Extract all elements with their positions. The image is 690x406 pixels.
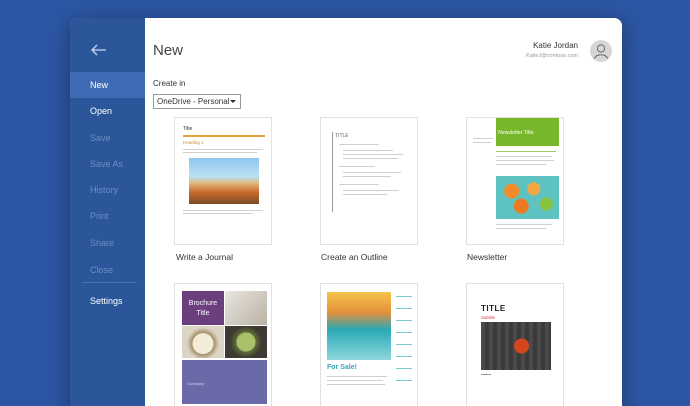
thumb-rule	[332, 132, 333, 212]
location-dropdown[interactable]: OneDrive - Personal	[153, 94, 241, 109]
create-in-label: Create in	[153, 79, 186, 88]
thumb-photo	[496, 176, 559, 219]
thumb-line	[481, 374, 491, 375]
thumb-line	[327, 376, 387, 377]
backstage-sidebar: New Open Save Save As History Print Shar…	[70, 18, 145, 406]
thumb-line	[396, 380, 412, 381]
thumb-line	[396, 320, 412, 321]
sidebar-item-save[interactable]: Save	[70, 125, 145, 151]
sidebar-item-print[interactable]: Print	[70, 203, 145, 229]
location-value: OneDrive - Personal	[157, 97, 230, 106]
sidebar-item-close[interactable]: Close	[70, 257, 145, 283]
page-title: New	[153, 42, 184, 59]
thumb-line	[327, 380, 383, 381]
thumb-line	[183, 152, 257, 153]
thumb-title: TITLE	[481, 304, 506, 313]
thumb-line	[339, 184, 379, 185]
template-brochure[interactable]: Brochure Title Company	[174, 283, 272, 406]
back-button[interactable]	[88, 40, 112, 60]
sidebar-item-open[interactable]: Open	[70, 98, 145, 124]
thumb-line	[183, 210, 263, 211]
back-arrow-icon	[91, 44, 106, 56]
sidebar-item-share[interactable]: Share	[70, 230, 145, 256]
thumb-photo	[481, 322, 551, 370]
user-email: KatieJ@contoso.com	[525, 53, 578, 59]
thumb-line	[343, 194, 387, 195]
thumb-line	[496, 160, 554, 161]
thumb-line	[396, 356, 412, 357]
thumb-line	[343, 176, 391, 177]
thumb-subtitle: Subtitle	[481, 315, 495, 320]
thumb-footer: Company	[187, 381, 205, 386]
backstage-main: New Katie Jordan KatieJ@contoso.com Crea…	[145, 18, 622, 406]
thumb-line	[327, 384, 385, 385]
thumb-title: Newsletter Title	[498, 130, 534, 136]
thumb-line	[343, 158, 398, 159]
thumb-line	[496, 156, 552, 157]
thumb-line	[396, 308, 412, 309]
thumb-line	[183, 149, 263, 150]
thumb-line	[496, 224, 552, 225]
thumb-line	[396, 344, 412, 345]
thumb-line	[396, 296, 412, 297]
avatar[interactable]	[590, 40, 612, 62]
thumb-line	[396, 368, 412, 369]
thumb-photo	[225, 291, 267, 325]
template-label[interactable]: Newsletter	[467, 252, 507, 262]
thumb-title: Brochure Title	[188, 300, 218, 317]
sidebar-item-settings[interactable]: Settings	[70, 288, 145, 314]
thumb-line	[343, 150, 393, 151]
thumb-heading: Heading 1	[183, 140, 204, 145]
chevron-down-icon	[230, 100, 236, 103]
thumb-photo	[182, 326, 224, 358]
template-for-sale-flyer[interactable]: For Sale!	[320, 283, 418, 406]
thumb-title: For Sale!	[327, 364, 357, 371]
thumb-line	[473, 142, 491, 143]
thumb-line	[496, 228, 546, 229]
thumb-line	[496, 164, 546, 165]
thumb-line	[339, 144, 379, 145]
thumb-line	[183, 213, 253, 214]
thumb-photo	[225, 326, 267, 358]
thumb-photo	[327, 292, 391, 360]
template-outline[interactable]: TITLE	[320, 117, 418, 245]
word-backstage-window: New Open Save Save As History Print Shar…	[70, 18, 622, 406]
person-icon	[594, 44, 608, 59]
thumb-line	[339, 166, 375, 167]
thumb-line	[343, 190, 399, 191]
thumb-photo	[189, 158, 259, 204]
sidebar-divider	[82, 282, 137, 283]
thumb-title: Title	[183, 126, 193, 132]
thumb-line	[473, 138, 493, 139]
template-journal[interactable]: Title Heading 1	[174, 117, 272, 245]
sidebar-item-save-as[interactable]: Save As	[70, 151, 145, 177]
sidebar-item-new[interactable]: New	[70, 72, 145, 98]
thumb-line	[396, 332, 412, 333]
template-label[interactable]: Create an Outline	[321, 252, 388, 262]
template-label[interactable]: Write a Journal	[176, 252, 233, 262]
user-name: Katie Jordan	[533, 41, 578, 50]
template-newsletter[interactable]: Newsletter Title	[466, 117, 564, 245]
thumb-line	[343, 154, 403, 155]
thumb-line	[496, 151, 556, 152]
template-title-photo[interactable]: TITLE Subtitle	[466, 283, 564, 406]
thumb-rule	[183, 135, 265, 137]
thumb-line	[343, 172, 401, 173]
sidebar-item-history[interactable]: History	[70, 177, 145, 203]
thumb-title: TITLE	[335, 133, 349, 139]
